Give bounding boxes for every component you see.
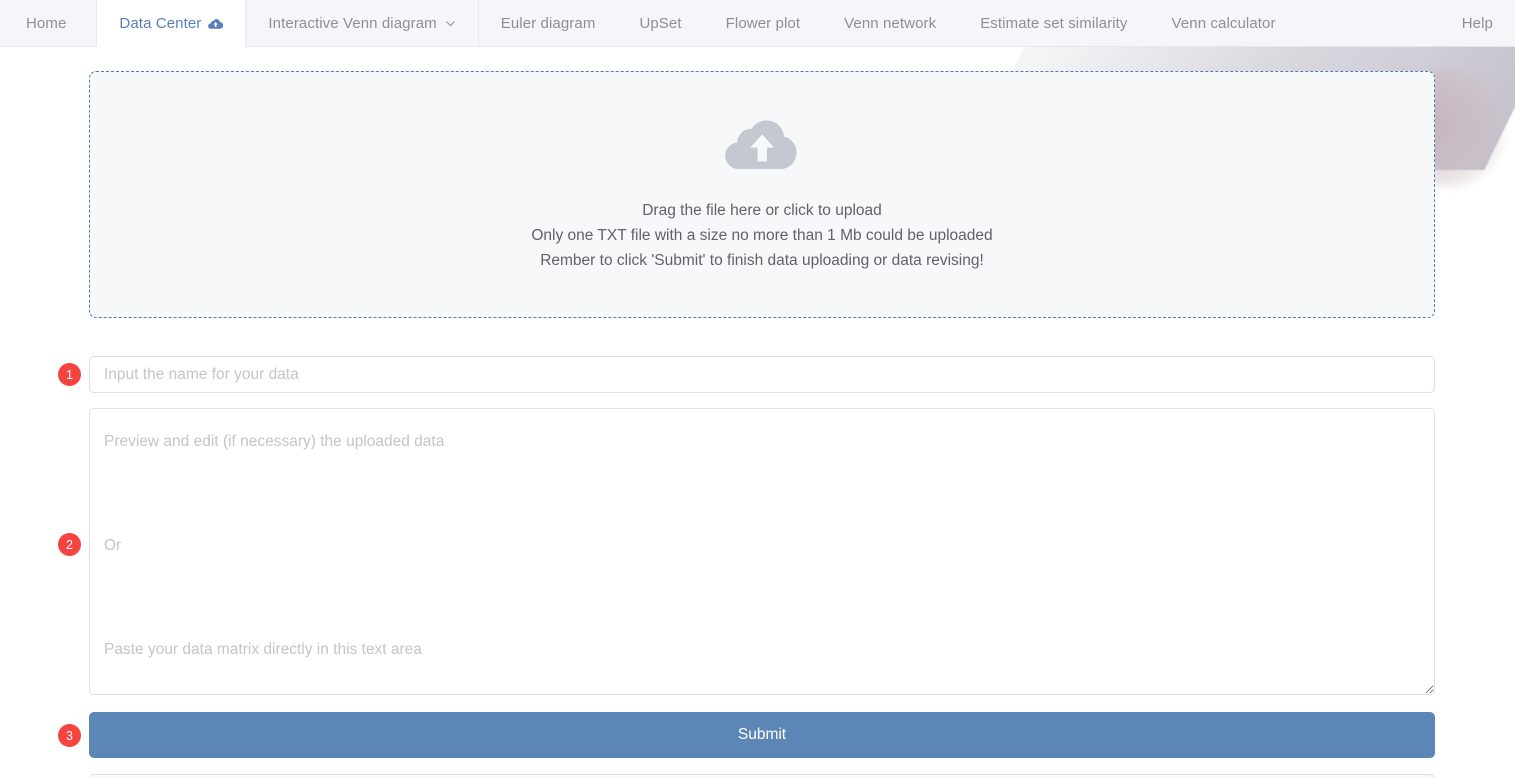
nav-item-label: Help [1461, 14, 1493, 32]
nav-item-euler-diagram[interactable]: Euler diagram [479, 0, 618, 46]
nav-item-label: Venn network [844, 14, 937, 32]
upload-instruction-line-2: Only one TXT file with a size no more th… [531, 227, 993, 244]
nav-item-label: Home [26, 14, 67, 32]
uploaded-data-select[interactable]: Use your uploaded data [89, 774, 1435, 778]
submit-button[interactable]: Submit [89, 712, 1435, 758]
nav-item-interactive-venn-diagram[interactable]: Interactive Venn diagram [246, 0, 479, 46]
nav-item-label: Estimate set similarity [980, 14, 1128, 32]
step-badge-2: 2 [58, 533, 81, 556]
nav-item-flower-plot[interactable]: Flower plot [704, 0, 822, 46]
nav-item-label: Euler diagram [500, 14, 596, 32]
data-matrix-textarea[interactable] [89, 408, 1435, 695]
nav-item-home[interactable]: Home [0, 0, 96, 46]
nav-item-data-center[interactable]: Data Center [96, 0, 247, 47]
navbar-spacer [1298, 0, 1440, 46]
chevron-down-icon [445, 18, 456, 29]
nav-item-label: Interactive Venn diagram [268, 14, 437, 32]
cloud-upload-icon [208, 18, 224, 29]
nav-item-help[interactable]: Help [1440, 0, 1515, 46]
main-navbar: Home Data Center Interactive Venn diagra… [0, 0, 1515, 47]
upload-instruction-line-1: Drag the file here or click to upload [642, 202, 882, 219]
upload-instruction-line-3: Rember to click 'Submit' to finish data … [540, 252, 984, 269]
nav-item-venn-calculator[interactable]: Venn calculator [1150, 0, 1298, 46]
nav-item-estimate-set-similarity[interactable]: Estimate set similarity [958, 0, 1149, 46]
nav-item-label: UpSet [639, 14, 682, 32]
nav-item-label: Venn calculator [1171, 14, 1276, 32]
step-badge-1: 1 [58, 363, 81, 386]
file-upload-dropzone[interactable]: Drag the file here or click to upload On… [89, 71, 1435, 318]
nav-item-upset[interactable]: UpSet [617, 0, 703, 46]
nav-item-label: Data Center [119, 14, 202, 32]
nav-item-label: Flower plot [725, 14, 801, 32]
step-badge-3: 3 [58, 724, 81, 747]
cloud-upload-icon [724, 116, 800, 172]
data-name-input[interactable] [89, 356, 1435, 393]
nav-item-venn-network[interactable]: Venn network [822, 0, 958, 46]
